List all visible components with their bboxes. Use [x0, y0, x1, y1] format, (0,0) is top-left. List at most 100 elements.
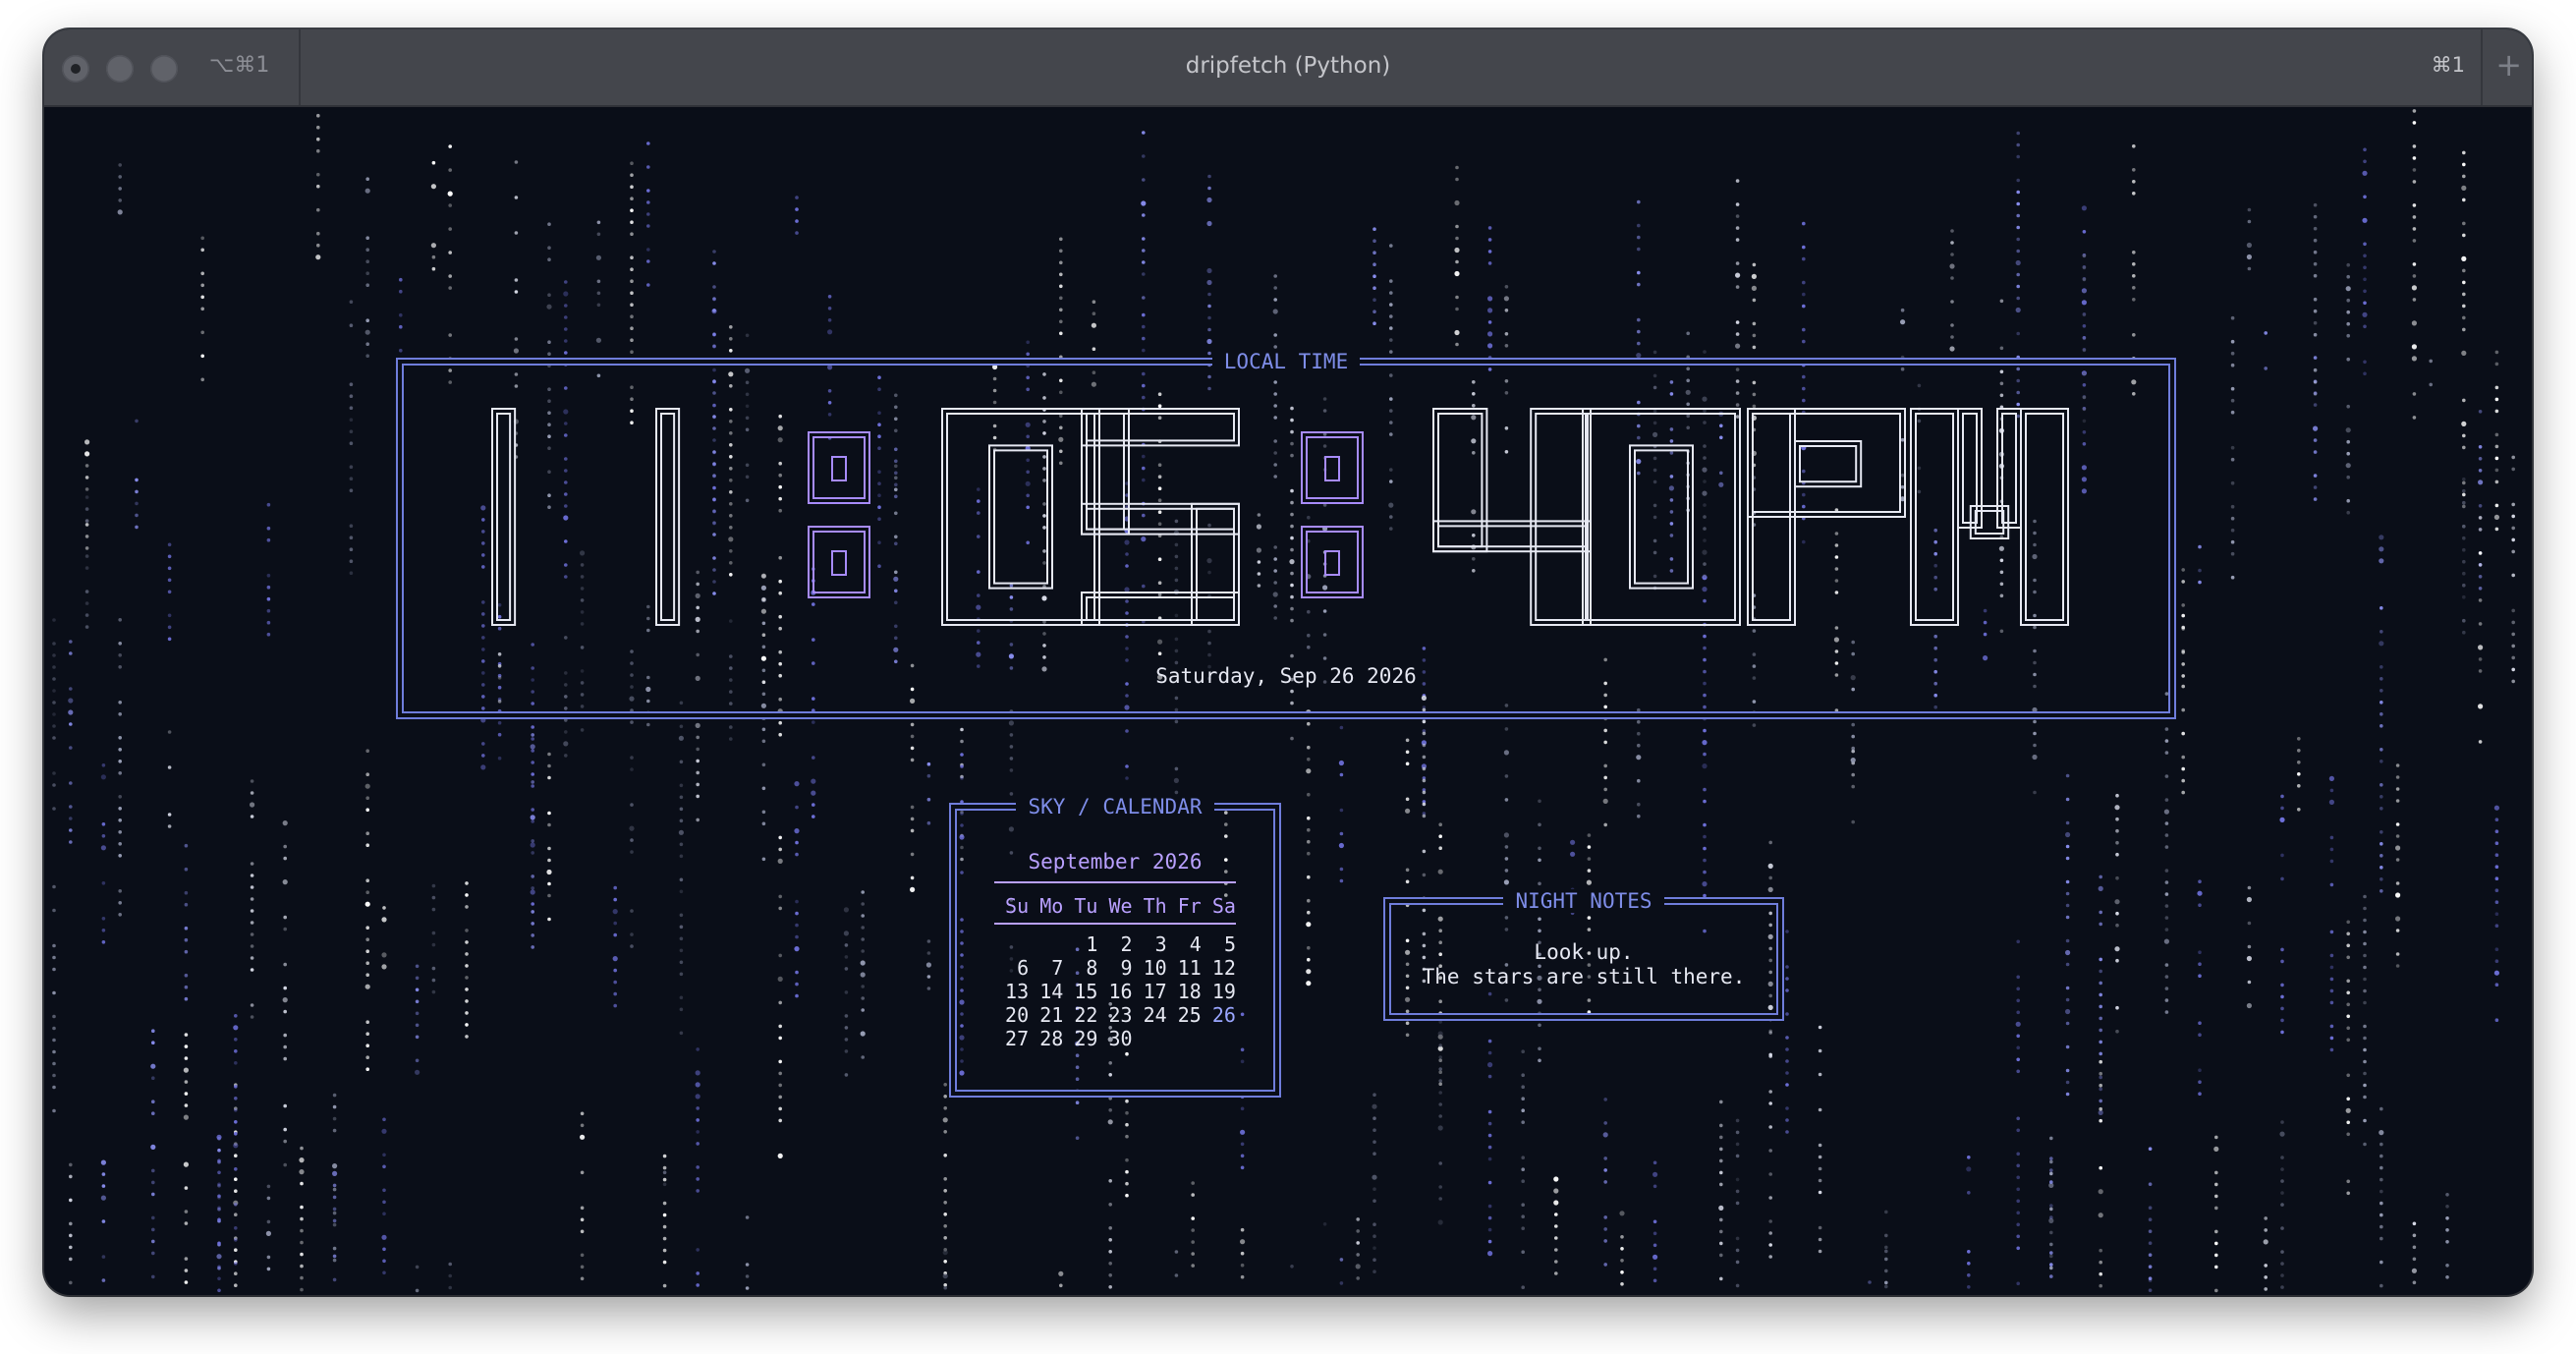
star-dot [1438, 1020, 1442, 1024]
star-dot [2016, 284, 2020, 289]
calendar-day[interactable]: 8 [1063, 956, 1097, 980]
calendar-day[interactable]: 10 [1133, 956, 1167, 980]
calendar-day-today[interactable]: 26 [1202, 1003, 1236, 1027]
star-dot [399, 312, 403, 317]
star-dot [2380, 689, 2383, 693]
calendar-day[interactable]: 16 [1097, 980, 1132, 1003]
calendar-day[interactable]: 5 [1202, 932, 1236, 956]
star-dot [2346, 333, 2350, 338]
calendar-day[interactable]: 30 [1097, 1027, 1132, 1050]
star-dot [1967, 1262, 1971, 1266]
star-dot [448, 274, 453, 278]
star-dot [2016, 939, 2020, 944]
title-bar[interactable]: ⌥⌘1 dripfetch (Python) ⌘1 + [44, 29, 2532, 107]
calendar-day[interactable]: 7 [1029, 956, 1063, 980]
star-dot [1603, 787, 1607, 792]
star-dot [794, 781, 800, 787]
star-dot [184, 1033, 189, 1037]
calendar-day[interactable]: 17 [1133, 980, 1167, 1003]
star-dot [2462, 197, 2466, 202]
star-dot [1587, 833, 1592, 837]
calendar-day[interactable]: 18 [1167, 980, 1202, 1003]
calendar-day[interactable]: 11 [1167, 956, 1202, 980]
star-dot [101, 1219, 106, 1223]
calendar-day[interactable]: 21 [1029, 1003, 1063, 1027]
star-dot [679, 842, 684, 847]
calendar-day[interactable]: 14 [1029, 980, 1063, 1003]
star-dot [1900, 308, 1905, 312]
star-dot [745, 1215, 750, 1219]
calendar-day[interactable]: 12 [1202, 956, 1236, 980]
star-dot [678, 735, 685, 741]
star-dot [1009, 757, 1014, 761]
star-dot [1206, 279, 1212, 286]
calendar-day[interactable]: 23 [1097, 1003, 1132, 1027]
star-dot [1206, 220, 1212, 227]
calendar-day[interactable]: 15 [1063, 980, 1097, 1003]
calendar-day[interactable]: 19 [1202, 980, 1236, 1003]
calendar-day[interactable]: 29 [1063, 1027, 1097, 1050]
calendar-day[interactable]: 6 [994, 956, 1029, 980]
star-dot [2115, 1029, 2119, 1034]
star-dot [910, 805, 915, 810]
star-dot [761, 810, 766, 815]
calendar-day[interactable]: 13 [994, 980, 1029, 1003]
star-dot [69, 1221, 73, 1226]
calendar-day[interactable]: 22 [1063, 1003, 1097, 1027]
calendar-day[interactable]: 27 [994, 1027, 1029, 1050]
calendar-day[interactable]: 28 [1029, 1027, 1063, 1050]
star-dot [100, 1159, 106, 1165]
star-dot [679, 807, 684, 812]
star-dot [827, 318, 832, 322]
star-dot [1306, 969, 1312, 975]
star-dot [2329, 977, 2334, 982]
star-dot [2363, 1047, 2367, 1052]
star-dot [52, 1073, 56, 1078]
star-dot [679, 960, 684, 965]
star-dot [596, 303, 601, 308]
star-dot [2164, 880, 2169, 884]
weekday-label: Fr [1177, 894, 1202, 918]
calendar-day[interactable]: 20 [994, 1003, 1029, 1027]
calendar-day[interactable]: 1 [1063, 932, 1097, 956]
star-dot [2363, 930, 2367, 934]
star-dot [2297, 808, 2301, 812]
star-dot [1652, 1254, 1658, 1260]
star-dot [2363, 977, 2367, 982]
star-dot [69, 781, 73, 785]
star-dot [2462, 536, 2466, 540]
star-dot [497, 732, 502, 737]
star-dot [118, 901, 122, 905]
star-dot [2313, 297, 2318, 302]
star-dot [1191, 1264, 1195, 1268]
star-dot [349, 394, 354, 399]
star-dot [2363, 918, 2367, 923]
star-dot [1240, 1142, 1245, 1147]
star-dot [1818, 1225, 1822, 1230]
star-dot [630, 197, 634, 200]
star-dot [1372, 286, 1376, 290]
calendar-day[interactable]: 3 [1133, 932, 1167, 956]
star-dot [1752, 298, 1757, 303]
star-dot [2412, 298, 2417, 302]
star-dot [2494, 900, 2499, 904]
star-dot [1637, 341, 1641, 346]
star-dot [1538, 858, 1541, 863]
star-dot [1438, 834, 1442, 838]
calendar-day[interactable]: 2 [1097, 932, 1133, 956]
calendar-day[interactable]: 9 [1097, 956, 1133, 980]
star-dot [596, 291, 601, 296]
calendar-day[interactable]: 25 [1167, 1003, 1202, 1027]
new-tab-button[interactable]: + [2495, 46, 2522, 84]
glyph-stroke-inner [1196, 507, 1235, 621]
star-dot [646, 283, 650, 287]
star-dot [580, 1170, 585, 1175]
calendar-day[interactable]: 24 [1133, 1003, 1167, 1027]
star-dot [2363, 1024, 2367, 1029]
terminal-content[interactable]: LOCAL TIME Saturday, Sep 26 2026 SKY / C… [44, 105, 2532, 1295]
star-dot [2098, 1213, 2103, 1218]
star-dot [415, 1058, 420, 1063]
star-dot [1603, 728, 1607, 733]
star-dot [613, 1003, 617, 1008]
calendar-day[interactable]: 4 [1167, 932, 1202, 956]
